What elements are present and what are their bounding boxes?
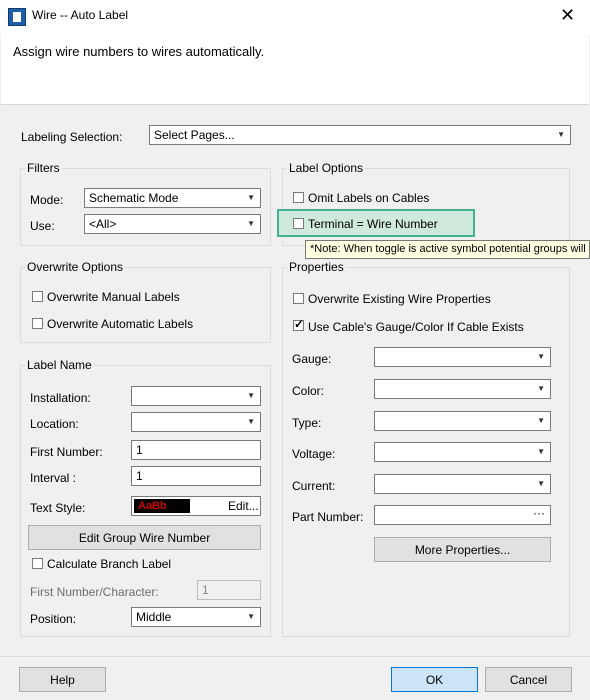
- help-button[interactable]: Help: [19, 667, 106, 692]
- use-cable-gauge-label: Use Cable's Gauge/Color If Cable Exists: [308, 320, 524, 334]
- use-label: Use:: [30, 219, 55, 233]
- chevron-down-icon: ▼: [247, 417, 255, 426]
- terminal-wire-number-label: Terminal = Wire Number: [308, 217, 438, 231]
- first-char-input: 1: [197, 580, 261, 600]
- edit-group-wire-number-button[interactable]: Edit Group Wire Number: [28, 525, 261, 550]
- use-cable-gauge-checkbox[interactable]: [293, 317, 304, 331]
- first-number-label: First Number:: [30, 445, 103, 459]
- position-dropdown[interactable]: Middle ▼: [131, 607, 261, 627]
- cancel-button[interactable]: Cancel: [485, 667, 572, 692]
- type-label: Type:: [292, 416, 322, 430]
- chevron-down-icon: ▼: [247, 391, 255, 400]
- voltage-label: Voltage:: [292, 447, 336, 461]
- omit-labels-cables-label: Omit Labels on Cables: [308, 191, 430, 205]
- color-label: Color:: [292, 384, 325, 398]
- overwrite-existing-checkbox[interactable]: [293, 293, 304, 304]
- first-char-label: First Number/Character:: [30, 585, 159, 599]
- text-style-field[interactable]: AaBb Edit...: [131, 496, 261, 516]
- installation-dropdown[interactable]: ▼: [131, 386, 261, 406]
- current-label: Current:: [292, 479, 336, 493]
- installation-label: Installation:: [30, 391, 91, 405]
- chevron-down-icon: ▼: [537, 447, 545, 456]
- overwrite-manual-checkbox[interactable]: [32, 291, 43, 302]
- location-label: Location:: [30, 417, 79, 431]
- chevron-down-icon: ▼: [557, 130, 565, 139]
- color-dropdown[interactable]: ▼: [374, 379, 551, 399]
- omit-labels-cables-checkbox[interactable]: [293, 192, 304, 203]
- type-dropdown[interactable]: ▼: [374, 411, 551, 431]
- more-properties-button[interactable]: More Properties...: [374, 537, 551, 562]
- interval-input[interactable]: 1: [131, 466, 261, 486]
- overwrite-options-group: [20, 267, 271, 343]
- overwrite-options-title: Overwrite Options: [25, 260, 126, 274]
- gauge-label: Gauge:: [292, 352, 332, 366]
- label-name-title: Label Name: [25, 358, 94, 372]
- use-value: <All>: [89, 217, 117, 231]
- text-style-edit-link[interactable]: Edit...: [228, 499, 259, 513]
- app-icon: [8, 8, 26, 26]
- mode-dropdown[interactable]: Schematic Mode ▼: [84, 188, 261, 208]
- use-dropdown[interactable]: <All> ▼: [84, 214, 261, 234]
- header-description: Assign wire numbers to wires automatical…: [13, 44, 265, 59]
- location-dropdown[interactable]: ▼: [131, 412, 261, 432]
- chevron-down-icon: ▼: [537, 384, 545, 393]
- label-options-title: Label Options: [287, 161, 366, 175]
- part-number-input[interactable]: ···: [374, 505, 551, 525]
- overwrite-automatic-label: Overwrite Automatic Labels: [47, 317, 194, 331]
- properties-title: Properties: [287, 260, 346, 274]
- chevron-down-icon: ▼: [537, 416, 545, 425]
- interval-label: Interval :: [30, 471, 77, 485]
- terminal-wire-number-checkbox[interactable]: [293, 218, 304, 229]
- text-style-label: Text Style:: [30, 501, 86, 515]
- chevron-down-icon: ▼: [247, 612, 255, 621]
- close-icon[interactable]: ✕: [560, 5, 575, 26]
- filters-title: Filters: [25, 161, 62, 175]
- labeling-selection-dropdown[interactable]: Select Pages... ▼: [149, 125, 571, 145]
- gauge-dropdown[interactable]: ▼: [374, 347, 551, 367]
- overwrite-manual-label: Overwrite Manual Labels: [47, 290, 180, 304]
- chevron-down-icon: ▼: [537, 352, 545, 361]
- overwrite-automatic-checkbox[interactable]: [32, 318, 43, 329]
- calculate-branch-checkbox[interactable]: [32, 558, 43, 569]
- chevron-down-icon: ▼: [247, 219, 255, 228]
- voltage-dropdown[interactable]: ▼: [374, 442, 551, 462]
- mode-label: Mode:: [30, 193, 64, 207]
- chevron-down-icon: ▼: [247, 193, 255, 202]
- position-label: Position:: [30, 612, 77, 626]
- part-number-label: Part Number:: [292, 510, 364, 524]
- labeling-selection-label: Labeling Selection:: [21, 130, 123, 144]
- window-title: Wire -- Auto Label: [32, 8, 129, 22]
- chevron-down-icon: ▼: [537, 479, 545, 488]
- labeling-selection-value: Select Pages...: [154, 128, 235, 142]
- first-number-input[interactable]: 1: [131, 440, 261, 460]
- ok-button[interactable]: OK: [391, 667, 478, 692]
- current-dropdown[interactable]: ▼: [374, 474, 551, 494]
- position-value: Middle: [136, 610, 172, 624]
- terminal-note-tooltip: *Note: When toggle is active symbol pote…: [305, 240, 590, 259]
- calculate-branch-label: Calculate Branch Label: [47, 557, 172, 571]
- overwrite-existing-label: Overwrite Existing Wire Properties: [308, 292, 491, 306]
- ellipsis-icon[interactable]: ···: [533, 506, 545, 520]
- mode-value: Schematic Mode: [89, 191, 179, 205]
- text-style-preview: AaBb: [134, 499, 190, 513]
